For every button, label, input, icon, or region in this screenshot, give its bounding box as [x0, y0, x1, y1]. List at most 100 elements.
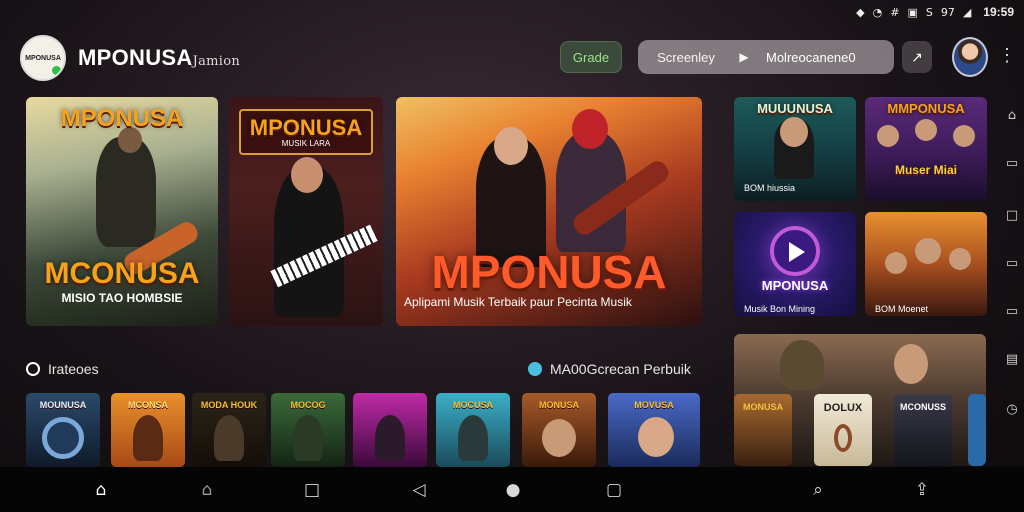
wide-sub-label: MCONUSS [899, 402, 946, 412]
recent-icon[interactable]: ▢ [603, 479, 625, 501]
artist-figure [214, 415, 244, 461]
row-tile-2[interactable]: MCONSA [111, 393, 185, 467]
tile-caption: BOM Moenet [875, 304, 929, 314]
app-logo[interactable]: MPONUSA [20, 35, 66, 81]
app-title: MPONUSAJamion [78, 45, 240, 71]
row-tile-5[interactable] [353, 393, 427, 467]
folder-icon[interactable]: ▭ [1003, 256, 1021, 274]
home-outline-icon[interactable]: ⌂ [196, 479, 218, 501]
artist-figure [293, 415, 323, 461]
logo-text: MPONUSA [25, 54, 61, 62]
artist-figure [458, 415, 488, 461]
share-icon[interactable]: ⇪ [911, 479, 933, 501]
wide-sub-tile-2[interactable]: DOLUX [814, 394, 872, 466]
side-tile-4[interactable]: BOM Moenet [865, 212, 987, 316]
hashtag-icon: # [890, 5, 900, 19]
tile-subtitle: MISIO TAO HOMBSIE [61, 291, 183, 305]
back-icon[interactable]: ◁ [408, 479, 430, 501]
wifi-icon: ◔ [872, 5, 883, 19]
row-tile-label: MOCOG [290, 400, 326, 410]
row-tile-1[interactable]: MOUNUSA [26, 393, 100, 467]
avatar[interactable] [952, 37, 988, 77]
artist-head [291, 157, 323, 193]
alarm-icon: ▣ [907, 5, 918, 19]
wide-sub-label: MONUSA [743, 402, 783, 412]
vinyl-icon [42, 417, 84, 459]
app-name: MPONUSA [78, 45, 193, 70]
row-tile-label: MONUSA [539, 400, 579, 410]
row-tile-label: MOVUSA [634, 400, 674, 410]
wide-sub-tile-1[interactable]: MONUSA [734, 394, 792, 466]
row-tile-4[interactable]: MOCOG [271, 393, 345, 467]
row-tile-label: MOUNUSA [39, 400, 87, 410]
clock-icon[interactable]: ◷ [1003, 402, 1021, 420]
side-tile-1[interactable]: MUUUNUSA BOM hiussia [734, 97, 856, 201]
home-icon[interactable]: ⌂ [90, 479, 112, 501]
row-tile-8[interactable]: MOVUSA [608, 393, 700, 467]
play-icon [789, 242, 805, 262]
row-tile-6[interactable]: MOCUSA [436, 393, 510, 467]
hero-subtitle: Aplipami Musik Terbaik paur Pecinta Musi… [404, 295, 632, 309]
hero-banner[interactable]: MPONUSA Aplipami Musik Terbaik paur Peci… [396, 97, 702, 326]
chat-icon[interactable]: ▭ [1003, 156, 1021, 174]
status-time: 19:59 [983, 5, 1014, 19]
featured-tile-2[interactable]: MPONUSA MUSIK LARA [229, 97, 383, 326]
data-icon: S [925, 5, 933, 19]
section-header-right[interactable]: MA00Gcrecan Perbuik [528, 361, 691, 377]
tile-subtitle: MUSIK LARA [281, 139, 331, 148]
play-icon[interactable]: ▶ [734, 50, 754, 64]
app-header: MPONUSA MPONUSAJamion Grade Screenley ▶ … [20, 33, 1016, 81]
tile-title: MCONUSA [44, 257, 200, 290]
wide-tile[interactable]: MONUSA DOLUX MCONUSS [734, 334, 986, 466]
card-icon[interactable]: ▭ [1003, 304, 1021, 322]
row-tile-label: MODA HOUK [200, 400, 258, 410]
tile-caption: Muser Miai [894, 163, 957, 177]
artist-cap [572, 109, 608, 149]
circle-icon [528, 362, 542, 376]
mini-player[interactable]: Screenley ▶ Molreocanene0 [638, 40, 894, 74]
signal-icon: ◢ [962, 5, 972, 19]
more-icon[interactable]: ⋮ [998, 45, 1016, 66]
tile-caption: Musik Bon Mining [744, 304, 816, 314]
tile-title: MMPONUSA [887, 101, 965, 116]
artist-head-2 [915, 119, 937, 141]
online-dot-icon [52, 66, 61, 75]
hero-title: MPONUSA [431, 246, 667, 298]
side-tile-3[interactable]: MPONUSA Musik Bon Mining [734, 212, 856, 316]
player-track-right[interactable]: Molreocanene0 [754, 50, 894, 65]
square-icon[interactable]: □ [301, 479, 323, 501]
tile-caption: BOM hiussia [744, 183, 796, 193]
grade-button[interactable]: Grade [560, 41, 622, 73]
section-header-left[interactable]: Irateoes [26, 361, 99, 377]
artist-head [638, 417, 674, 457]
artist-head [894, 344, 928, 384]
featured-tile-1[interactable]: MPONUSA MCONUSA MISIO TAO HOMBSIE [26, 97, 218, 326]
home-icon[interactable]: ⌂ [1003, 108, 1021, 126]
tile-title: MPONUSA [761, 278, 829, 293]
artist-head-1 [494, 127, 528, 165]
row-tile-label: MOCUSA [453, 400, 493, 410]
app-subtitle: Jamion [192, 54, 241, 69]
artist-head-3 [953, 125, 975, 147]
artist-figure [96, 137, 156, 247]
row-tile-3[interactable]: MODA HOUK [192, 393, 266, 467]
row-tile-7[interactable]: MONUSA [522, 393, 596, 467]
wide-sub-tile-4[interactable] [968, 394, 986, 466]
circle-icon[interactable]: ● [502, 479, 524, 501]
artist-head [542, 419, 576, 457]
wide-sub-tile-3[interactable]: MCONUSS [894, 394, 952, 466]
window-icon[interactable]: □ [1003, 208, 1021, 226]
player-track-left[interactable]: Screenley [638, 50, 734, 65]
tablet-icon[interactable]: ▤ [1003, 352, 1021, 370]
artist-figure [375, 415, 405, 461]
artist-head-1 [877, 125, 899, 147]
expand-icon[interactable]: ↗ [902, 41, 932, 73]
search-icon[interactable]: ⌕ [807, 479, 829, 501]
tile-title: MUUUNUSA [757, 101, 833, 116]
tile-title: MPONUSA [249, 115, 363, 140]
section-title: Irateoes [48, 361, 99, 377]
side-tile-2[interactable]: MMPONUSA Muser Miai [865, 97, 987, 201]
artist-head-1 [885, 252, 907, 274]
artist-head [780, 117, 808, 147]
guitar-icon [834, 424, 852, 452]
